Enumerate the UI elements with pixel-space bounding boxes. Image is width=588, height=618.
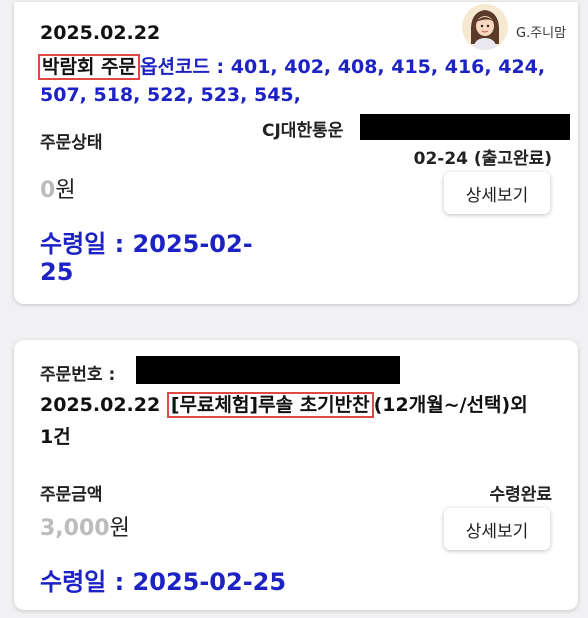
watermark-avatar: [462, 4, 508, 50]
option-codes-line2: 507, 518, 522, 523, 545,: [40, 84, 301, 106]
detail-button[interactable]: 상세보기: [444, 172, 550, 214]
product-line: 2025.02.22 [무료체험]루솔 초기반찬 (12개월~/선택)외: [40, 390, 528, 418]
order-date: 2025.02.22: [40, 394, 161, 416]
amount-unit: 원: [109, 516, 130, 541]
product-rest: (12개월~/선택)외: [373, 394, 528, 416]
receive-date: 수령일 : 2025-02-25: [40, 568, 287, 596]
amount-value: 3,000: [40, 516, 110, 541]
detail-button[interactable]: 상세보기: [444, 508, 550, 550]
amount-unit: 원: [55, 178, 76, 203]
receive-date-line2: 25: [40, 258, 74, 286]
order-amount-label: 주문금액: [40, 485, 103, 505]
order-status-label: 주문상태: [40, 133, 103, 153]
amount-value: 0: [40, 178, 56, 203]
order-card-2: 주문번호 : 2025.02.22 [무료체험]루솔 초기반찬 (12개월~/선택…: [14, 340, 578, 610]
order-number-label: 주문번호 :: [40, 365, 116, 385]
order-amount: 3,000원: [40, 510, 130, 542]
redacted-tracking-number: [360, 114, 570, 140]
watermark-text: G.주니맘: [516, 26, 567, 41]
avatar-illustration-icon: [470, 10, 500, 50]
expo-order-tag: 박람회 주문: [38, 54, 141, 80]
shipping-status: 02-24 (출고완료): [413, 149, 552, 169]
option-codes-line1: 옵션코드 : 401, 402, 408, 415, 416, 424,: [140, 56, 546, 78]
receive-date-line1: 수령일 : 2025-02-: [40, 230, 253, 258]
receive-status: 수령완료: [489, 485, 552, 505]
product-line2: 1건: [40, 426, 71, 448]
order-date: 2025.02.22: [40, 22, 161, 44]
courier-name: CJ대한통운: [262, 121, 344, 141]
redacted-order-number: [136, 356, 400, 384]
free-trial-product-tag: [무료체험]루솔 초기반찬: [166, 392, 374, 418]
order-amount: 0원: [40, 172, 76, 204]
order-tag-line: 박람회 주문 옵션코드 : 401, 402, 408, 415, 416, 42…: [38, 52, 546, 80]
